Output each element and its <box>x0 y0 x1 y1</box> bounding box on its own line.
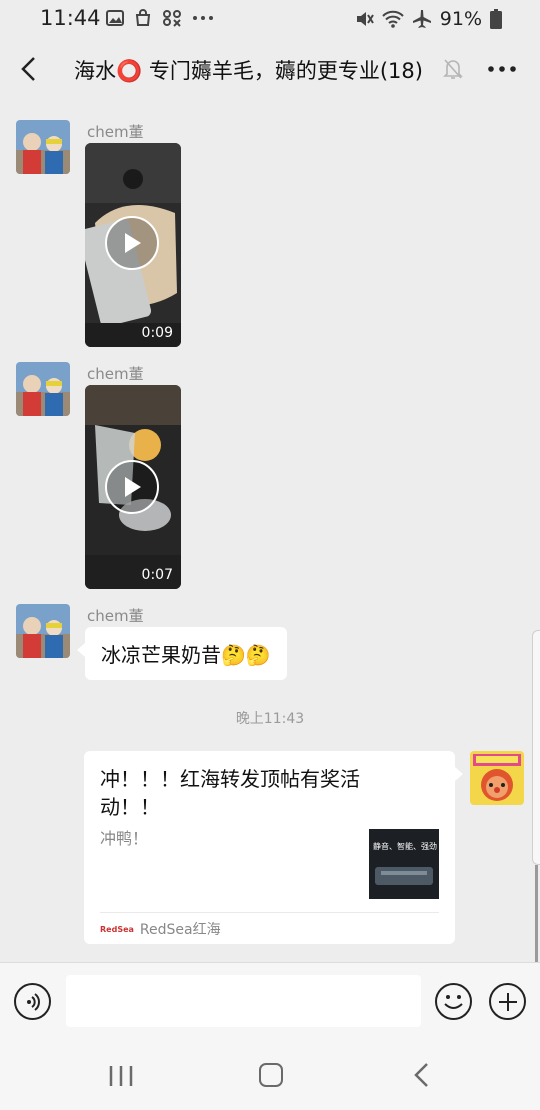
emoji-button[interactable] <box>435 983 472 1020</box>
wifi-icon <box>382 10 404 28</box>
mute-bell-icon <box>443 59 463 79</box>
card-divider <box>100 912 439 913</box>
sender-avatar[interactable] <box>16 362 70 416</box>
message-input[interactable] <box>66 975 421 1027</box>
plus-icon <box>498 992 517 1011</box>
more-functions-button[interactable] <box>489 983 526 1020</box>
status-time: 11:44 <box>40 6 101 30</box>
play-icon <box>125 233 141 253</box>
recent-apps-icon[interactable] <box>108 1064 134 1088</box>
chat-header: 海水⭕ 专门薅羊毛，薅的更专业(18) <box>0 38 540 100</box>
sender-avatar[interactable] <box>16 120 70 174</box>
shared-link-card[interactable]: 冲！！！红海转发顶帖有奖活动！！ 冲鸭！ 静音、智能、强劲 RedSea Red… <box>84 751 463 944</box>
message-list[interactable]: chem董 0:09 chem董 0:07 chem董 冰凉芒果奶昔🤔🤔 晚上1… <box>0 100 540 1060</box>
source-logo: RedSea <box>100 924 134 934</box>
video-duration: 0:07 <box>141 567 173 583</box>
voice-button[interactable] <box>14 983 51 1020</box>
scroll-handle[interactable] <box>532 630 540 865</box>
airplane-icon <box>412 10 431 28</box>
more-icon <box>488 66 516 72</box>
vibrate-mute-icon <box>356 12 374 26</box>
emoji-icon <box>444 995 463 1009</box>
status-bar: 11:44 91% <box>0 0 540 38</box>
input-bar <box>0 962 540 1036</box>
message-text: 冰凉芒果奶昔🤔🤔 <box>101 643 271 667</box>
video-message[interactable]: 0:07 <box>85 385 181 589</box>
play-icon <box>125 477 141 497</box>
back-button[interactable] <box>12 51 44 87</box>
more-options-button[interactable] <box>484 54 520 84</box>
system-nav-bar <box>0 1036 540 1110</box>
video-duration: 0:09 <box>141 325 173 341</box>
text-message[interactable]: 冰凉芒果奶昔🤔🤔 <box>77 627 287 680</box>
message-timestamp: 晚上11:43 <box>235 711 305 727</box>
video-message[interactable]: 0:09 <box>85 143 181 347</box>
card-source: RedSea RedSea红海 <box>100 919 221 939</box>
nav-back-icon[interactable] <box>412 1062 430 1088</box>
card-title: 冲！！！红海转发顶帖有奖活动！！ <box>100 767 360 819</box>
data-saver-icon <box>163 10 181 27</box>
battery-icon <box>490 9 502 29</box>
sender-name: chem董 <box>87 123 144 141</box>
more-notifications-icon <box>193 16 213 20</box>
my-avatar[interactable] <box>470 751 524 805</box>
card-thumbnail: 静音、智能、强劲 <box>369 829 439 899</box>
play-button[interactable] <box>105 460 159 514</box>
battery-percentage: 91% <box>439 8 482 30</box>
source-name: RedSea红海 <box>139 922 221 938</box>
sender-name: chem董 <box>87 607 144 625</box>
sender-avatar[interactable] <box>16 604 70 658</box>
voice-icon <box>26 992 40 1011</box>
status-notification-icons <box>106 9 214 27</box>
gallery-icon <box>106 10 124 26</box>
sender-name: chem董 <box>87 365 144 383</box>
back-arrow-icon <box>21 57 35 81</box>
card-description: 冲鸭！ <box>100 829 149 848</box>
home-button[interactable] <box>259 1063 283 1087</box>
status-system-icons: 91% <box>354 8 502 30</box>
chat-title: 海水⭕ 专门薅羊毛，薅的更专业(18) <box>74 59 423 83</box>
play-button[interactable] <box>105 216 159 270</box>
bag-icon <box>135 9 151 26</box>
